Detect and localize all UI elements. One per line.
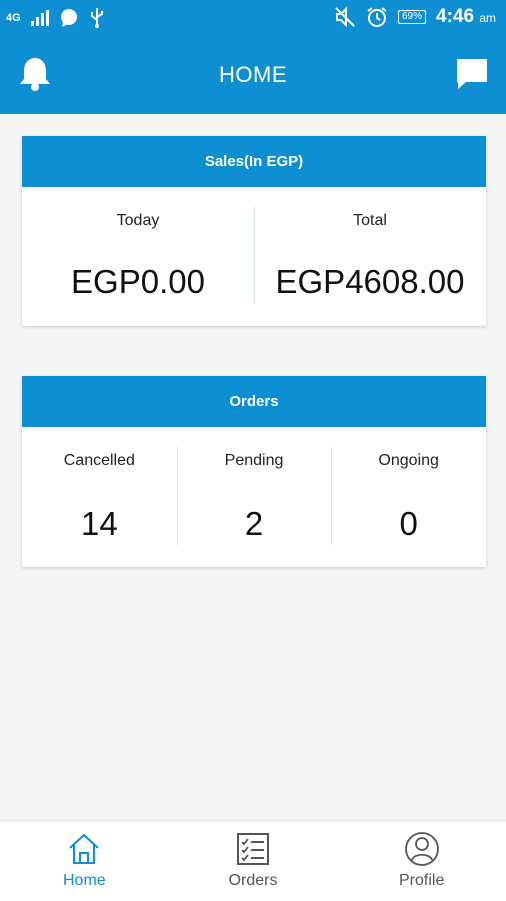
alarm-icon [367, 7, 387, 27]
orders-pending-label: Pending [224, 452, 284, 469]
nav-label-home: Home [62, 872, 106, 889]
orders-card-body: Cancelled 14 Pending 2 Ongoing 0 [22, 427, 486, 567]
chat-bubble-notification-icon [60, 9, 77, 27]
checklist-icon [237, 833, 269, 865]
sales-today-label: Today [116, 212, 160, 229]
chat-icon[interactable] [454, 56, 490, 92]
app-bar: HOME [0, 38, 506, 114]
nav-item-profile[interactable]: Profile [337, 821, 506, 901]
status-bar: 4G 69% 4:46 am [0, 0, 506, 38]
clock-time: 4:46 [436, 6, 475, 27]
sales-total-value: EGP4608.00 [275, 263, 465, 300]
orders-ongoing-label: Ongoing [378, 452, 439, 469]
orders-pending[interactable]: Pending 2 [176, 427, 332, 567]
profile-icon [404, 832, 439, 866]
status-clock: 4:46 am [436, 6, 496, 28]
sales-total-label: Total [353, 212, 387, 229]
usb-icon [90, 8, 103, 28]
orders-cancelled[interactable]: Cancelled 14 [22, 427, 177, 567]
orders-card-title: Orders [22, 376, 486, 427]
status-left-icons: 4G [6, 8, 105, 28]
orders-pending-value: 2 [244, 505, 264, 542]
sales-today: Today EGP0.00 [22, 187, 254, 326]
signal-icon [30, 10, 49, 26]
nav-item-orders[interactable]: Orders [169, 821, 338, 901]
orders-cancelled-label: Cancelled [63, 452, 135, 469]
orders-ongoing[interactable]: Ongoing 0 [331, 427, 486, 567]
nav-label-orders: Orders [228, 872, 278, 889]
nav-item-home[interactable]: Home [0, 821, 169, 901]
battery-indicator: 69% [398, 10, 427, 24]
network-type-label: 4G [6, 12, 21, 24]
sales-today-value: EGP0.00 [71, 263, 205, 300]
bottom-nav: Home Orders Profile [0, 820, 506, 901]
nav-label-profile: Profile [399, 872, 445, 889]
mute-icon [335, 6, 355, 28]
orders-ongoing-value: 0 [399, 505, 418, 542]
sales-card-title: Sales(In EGP) [22, 136, 486, 187]
home-icon [69, 833, 100, 864]
status-right-icons: 69% 4:46 am [334, 6, 496, 28]
sales-card: Sales(In EGP) Today EGP0.00 Total EGP460… [22, 136, 486, 326]
sales-total: Total EGP4608.00 [254, 187, 486, 326]
orders-cancelled-value: 14 [80, 505, 118, 542]
orders-card: Orders Cancelled 14 Pending 2 Ongoing 0 [22, 376, 486, 567]
page-title: HOME [219, 62, 287, 87]
clock-ampm: am [479, 11, 496, 25]
sales-card-body: Today EGP0.00 Total EGP4608.00 [22, 187, 486, 326]
